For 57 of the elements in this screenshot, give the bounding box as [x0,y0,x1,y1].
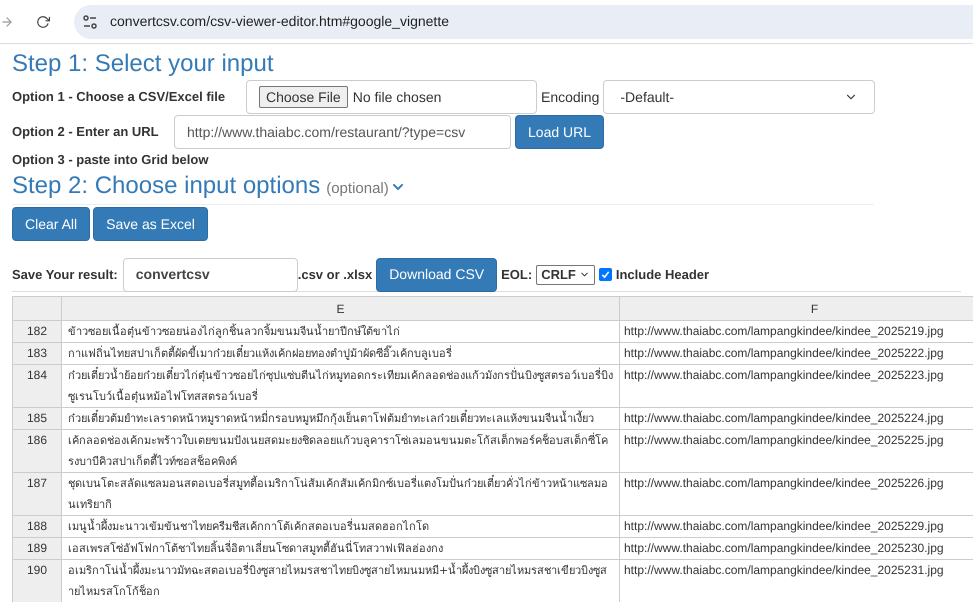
table-cell: อเมริกาโน่น้ำผึ้งมะนาวมัทฉะสตอเบอรี่บิงซูสายไหมรสชาไทยบิงซูสายไหมนมหมี+น้ำผึ้งบิงซูสายไหมรสชาเขียวบิงซูสายไหมรสโกโก้ช็อก [62,560,620,602]
url-text: convertcsv.com/csv-viewer-editor.htm#google_vignette [110,12,450,31]
option-label: Option 3 - paste into Grid below [12,151,210,169]
save-label: Save Your result: [12,266,118,284]
table-cell: ก๋วยเตี๋ยวต้มยำทะเลราดหน้าหมูราดหน้าหมี่กรอบหมูหมึกกุ้งเย็นตาโฟต้มยำทะเลก๋วยเตี๋ยวทะเลแห้งขนมจีนน้ำเงี้ยว [62,408,620,429]
row-number: 189 [12,538,62,559]
option-label: Option 2 - Enter an URL [12,123,160,142]
table-cell: http://www.thaiabc.com/lampangkindee/kindee_2025224.jpg [620,408,973,429]
reload-icon[interactable] [36,14,50,28]
table-cell: เค้กลอดช่องเค้กมะพร้าวใบเตยขนมปังเนยสดมะยงชิดลอยแก้วบลูคาราโซ่เลมอนขนมตะโก้สเต็กพอร์คช็อบสเต็กซี่โครงบาบีคิวสปาเก็ตตี้ไวท์ซอสช็อคพิงค์ [62,430,620,472]
table-cell: ข้าวซอยเนื้อตุ๋นข้าวซอยน่องไก่ลูกชิ้นลวกจิ้มขนมจีนน้ำยาปีกษ์ใต้ขาไก่ [62,321,620,342]
action-button[interactable]: Save as Excel [93,207,208,241]
column-header[interactable]: E [62,297,620,320]
column-header[interactable]: F [620,297,973,320]
table-cell: http://www.thaiabc.com/lampangkindee/kindee_2025219.jpg [620,321,973,342]
url-input[interactable]: http://www.thaiabc.com/restaurant/?type=csv [174,115,511,149]
table-cell: กาแฟถิ่นไทยสปาเก็ตตี้ผัดขี้เมาก๋วยเตี๋ยวแห้งเค้กฝอยทองตำปูม้าผัดซีอิ๊วเค้กบลูเบอรี่ [62,343,620,364]
download-button[interactable]: Download CSV [376,258,498,292]
table-cell: http://www.thaiabc.com/lampangkindee/kindee_2025231.jpg [620,560,973,602]
encoding-select[interactable]: -Default- [603,80,876,114]
action-button[interactable]: Clear All [12,207,90,241]
row-number: 190 [12,560,62,602]
table-cell: http://www.thaiabc.com/lampangkindee/kindee_2025230.jpg [620,538,973,559]
row-number: 186 [12,430,62,472]
table-cell: เอสเพรสโซ่อัฟโฟกาโต้ชาไทยลิ้นจี่อิตาเลี่ยนโซดาสมูทตี้ฮันนี่โทสวาฟเฟิลฮ่องกง [62,538,620,559]
table-cell: http://www.thaiabc.com/lampangkindee/kindee_2025229.jpg [620,516,973,537]
row-number: 185 [12,408,62,429]
table-cell: เมนูน้ำผึ้งมะนาวเข้มข้นชาไทยครีมชีสเค้กกาโต้เค้กสตอเบอรี่นมสดฮอกไกโด [62,516,620,537]
option-label: Option 1 - Choose a CSV/Excel file [12,88,226,106]
row-number: 184 [12,365,62,407]
row-number: 188 [12,516,62,537]
row-number: 183 [12,343,62,364]
row-number: 187 [12,473,62,515]
address-bar[interactable]: convertcsv.com/csv-viewer-editor.htm#google_vignette [74,4,973,38]
forward-icon[interactable] [0,14,14,28]
table-cell: http://www.thaiabc.com/lampangkindee/kindee_2025222.jpg [620,343,973,364]
table-cell: http://www.thaiabc.com/lampangkindee/kindee_2025225.jpg [620,430,973,472]
choose-file-button[interactable]: Choose File [259,86,348,108]
extension-label: .csv or .xlsx [298,266,372,284]
table-cell: ก๋วยเตี๋ยวน้ำย้อยก๋วยเตี๋ยวไก่ตุ๋นข้าวซอยไก่ซุปแซ่บตีนไก่หมูทอดกระเทียมเค้กลอดช่องแก้วมังกรปั่นบิงซูสตรอว์เบอรี่บิงซูเรนโบว์เนื้อตุ๋นหม้อไฟโทสสตรอว์เบอรี่ [62,365,620,407]
row-number: 182 [12,321,62,342]
checkbox-label: Include Header [616,266,710,284]
step-heading: Step 1: Select your input [12,50,274,78]
eol-label: EOL: [501,266,532,284]
table-cell: http://www.thaiabc.com/lampangkindee/kindee_2025226.jpg [620,473,973,515]
file-status: No file chosen [352,88,442,106]
file-input[interactable]: Choose File No file chosen [246,80,537,114]
header-checkbox[interactable] [598,268,612,281]
table-cell: http://www.thaiabc.com/lampangkindee/kindee_2025223.jpg [620,365,973,407]
eol-select[interactable]: CRLF [536,264,595,284]
table-cell: ชุดเบนโตะสลัดแซลมอนสตอเบอรี่สมูทตี้อเมริกาโน่ส้มเค้กส้มเค้กมิกซ์เบอรี่แตงโมปั่นก๋วยเตี๋ยวคั่วไก่ข้าวหน้าแซลมอนเทริยากิ [62,473,620,515]
step-heading: Step 2: Choose input options [12,172,320,200]
load-url-button[interactable]: Load URL [515,115,604,149]
optional-note: (optional) [326,178,389,198]
site-settings-icon[interactable] [82,14,98,30]
filename-input[interactable]: convertcsv [122,258,298,292]
encoding-label: Encoding [541,88,600,107]
